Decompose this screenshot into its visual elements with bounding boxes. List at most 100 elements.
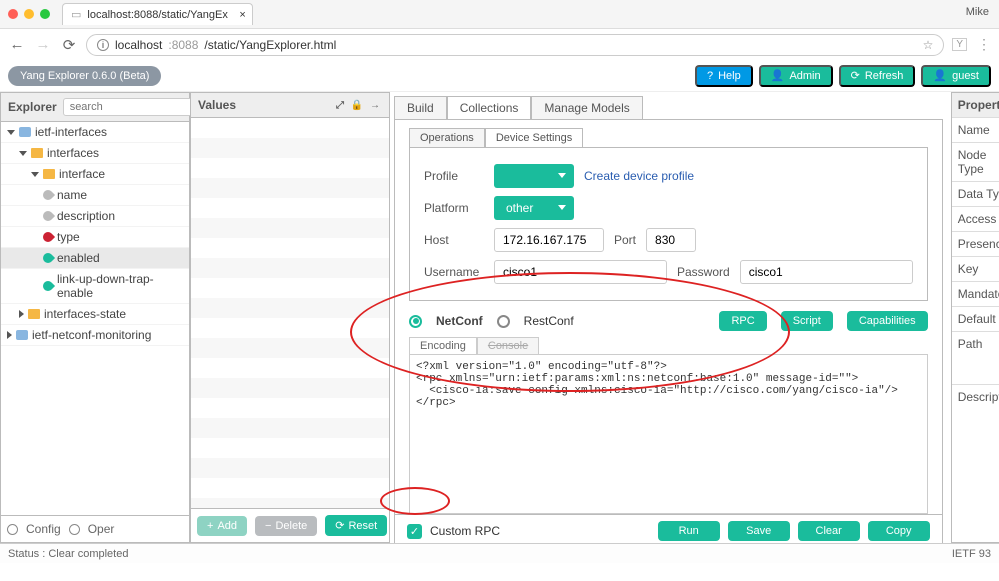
tree-label: description — [57, 209, 115, 223]
tab-operations[interactable]: Operations — [409, 128, 485, 147]
rpc-button[interactable]: RPC — [719, 311, 766, 331]
config-radio[interactable] — [7, 524, 18, 535]
tree-label: interfaces-state — [44, 307, 126, 321]
values-toolbar[interactable]: ⤢ 🔒 → — [336, 100, 382, 111]
oper-radio[interactable] — [69, 524, 80, 535]
url-port: :8088 — [168, 38, 198, 52]
xml-editor[interactable]: <?xml version="1.0" encoding="utf-8"?> <… — [409, 354, 928, 514]
tree-label: interface — [59, 167, 105, 181]
status-right: IETF 93 — [952, 548, 991, 560]
window-controls[interactable] — [8, 9, 50, 19]
help-button[interactable]: ?Help — [695, 65, 753, 87]
capabilities-button[interactable]: Capabilities — [847, 311, 928, 331]
chevron-down-icon — [31, 172, 39, 177]
run-button[interactable]: Run — [658, 521, 720, 541]
menu-icon[interactable]: ⋮ — [977, 36, 991, 53]
values-title: Values — [198, 98, 236, 112]
restconf-radio[interactable] — [497, 315, 510, 328]
leaf-icon — [41, 279, 55, 293]
tree-node-description[interactable]: description — [1, 206, 189, 227]
host-input[interactable] — [494, 228, 604, 252]
platform-select[interactable]: other — [494, 196, 574, 220]
custom-rpc-label: Custom RPC — [430, 524, 500, 538]
encoding-tabs: Encoding Console — [409, 337, 928, 354]
chevron-down-icon — [19, 151, 27, 156]
refresh-button[interactable]: ⟳Refresh — [839, 65, 916, 87]
leaf-icon — [41, 188, 55, 202]
user-icon: 👤 — [933, 69, 947, 82]
reload-button[interactable]: ⟳ — [60, 36, 78, 54]
tab-bar: ▭ localhost:8088/static/YangEx × — [0, 0, 999, 28]
add-button[interactable]: + Add — [197, 516, 247, 536]
netconf-radio[interactable] — [409, 315, 422, 328]
tree-node-ietf-netconf-monitoring[interactable]: ietf-netconf-monitoring — [1, 325, 189, 346]
minimize-window-icon[interactable] — [24, 9, 34, 19]
password-label: Password — [677, 265, 730, 279]
reset-button[interactable]: ⟳ Reset — [325, 515, 387, 536]
property-row: DescriptionThis leaf contains the config… — [952, 385, 999, 542]
values-footer: + Add − Delete ⟳ Reset — [191, 508, 389, 542]
help-icon: ? — [707, 70, 713, 82]
extension-icon[interactable]: Y — [952, 38, 967, 51]
tree-node-name[interactable]: name — [1, 185, 189, 206]
property-row: Nameenabled — [952, 118, 999, 143]
browser-user: Mike — [966, 6, 989, 18]
user-icon: 👤 — [771, 69, 785, 82]
guest-button[interactable]: 👤guest — [921, 65, 991, 87]
status-text: Status : Clear completed — [8, 548, 128, 560]
create-profile-link[interactable]: Create device profile — [584, 169, 694, 183]
url-field[interactable]: i localhost:8088/static/YangExplorer.htm… — [86, 34, 944, 56]
tab-build[interactable]: Build — [394, 96, 447, 119]
username-label: Username — [424, 265, 484, 279]
tree-node-ietf-interfaces[interactable]: ietf-interfaces — [1, 122, 189, 143]
property-name: Node Type — [952, 143, 999, 181]
tab-manage-models[interactable]: Manage Models — [531, 96, 642, 119]
folder-icon — [28, 309, 40, 319]
copy-button[interactable]: Copy — [868, 521, 930, 541]
tree-label: ietf-interfaces — [35, 125, 107, 139]
tab-device-settings[interactable]: Device Settings — [485, 128, 583, 147]
password-input[interactable] — [740, 260, 913, 284]
restconf-label: RestConf — [524, 314, 574, 328]
tab-collections[interactable]: Collections — [447, 96, 532, 119]
maximize-window-icon[interactable] — [40, 9, 50, 19]
tree-node-enabled[interactable]: enabled — [1, 248, 189, 269]
property-name: Description — [952, 385, 999, 542]
bookmark-icon[interactable]: ☆ — [923, 38, 934, 52]
app-title: Yang Explorer 0.6.0 (Beta) — [8, 66, 161, 86]
port-input[interactable] — [646, 228, 696, 252]
close-tab-icon[interactable]: × — [239, 9, 245, 21]
back-button[interactable]: ← — [8, 36, 26, 53]
tree-node-type[interactable]: type — [1, 227, 189, 248]
tree-label: name — [57, 188, 87, 202]
tree-node-interfaces-state[interactable]: interfaces-state — [1, 304, 189, 325]
main-tabs: Build Collections Manage Models — [394, 96, 943, 119]
browser-tab[interactable]: ▭ localhost:8088/static/YangEx × — [62, 3, 253, 25]
center-footer: ✓ Custom RPC Run Save Clear Copy — [394, 515, 943, 543]
explorer-footer: Config Oper — [1, 515, 189, 542]
property-name: Default — [952, 307, 999, 331]
profile-select[interactable] — [494, 164, 574, 188]
script-button[interactable]: Script — [781, 311, 833, 331]
username-input[interactable] — [494, 260, 667, 284]
site-info-icon[interactable]: i — [97, 39, 109, 51]
tree-node-link-up-down-trap-enable[interactable]: link-up-down-trap-enable — [1, 269, 189, 304]
tree-label: type — [57, 230, 80, 244]
tree-node-interface[interactable]: interface — [1, 164, 189, 185]
url-host: localhost — [115, 38, 162, 52]
tree-node-interfaces[interactable]: interfaces — [1, 143, 189, 164]
admin-button[interactable]: 👤Admin — [759, 65, 833, 87]
save-button[interactable]: Save — [728, 521, 790, 541]
module-icon — [16, 330, 28, 340]
explorer-tree[interactable]: ietf-interfaces interfaces interface name de… — [1, 122, 189, 515]
tab-console[interactable]: Console — [477, 337, 539, 354]
close-window-icon[interactable] — [8, 9, 18, 19]
clear-button[interactable]: Clear — [798, 521, 860, 541]
status-bar: Status : Clear completed IETF 93 — [0, 543, 999, 563]
folder-icon — [31, 148, 43, 158]
custom-rpc-checkbox[interactable]: ✓ — [407, 524, 422, 539]
tab-encoding[interactable]: Encoding — [409, 337, 477, 354]
explorer-title: Explorer — [8, 100, 57, 114]
prop-col-header: Property — [952, 93, 999, 117]
delete-button[interactable]: − Delete — [255, 516, 317, 536]
